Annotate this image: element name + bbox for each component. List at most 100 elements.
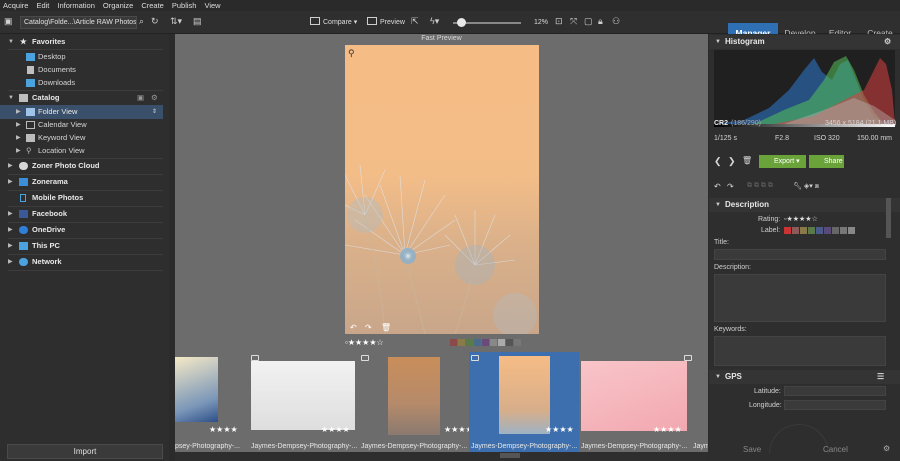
add-folder-icon[interactable]: ▣ [137,91,144,105]
gear-icon[interactable]: ⚙ [151,91,158,105]
preview-rating[interactable]: ▫★★★★☆ [345,338,384,347]
sidebar-item-label: This PC [32,241,60,250]
description-header[interactable]: ▼ Description [709,198,900,212]
menu-edit[interactable]: Edit [36,1,49,10]
flash-icon[interactable]: ϟ▾ [430,17,439,26]
label-swatches[interactable] [784,227,855,234]
sidebar-item-downloads[interactable]: Downloads [0,76,163,90]
thumbnail-selected[interactable]: ★★★★ Jaymes-Dempsey-Photography-... [469,352,579,452]
delete-icon[interactable]: 🗑︎ [381,323,391,332]
gps-header[interactable]: ▼ GPS ☰ [709,370,900,384]
trash-icon[interactable]: 🗑︎ [742,156,752,165]
thumbnail-rating[interactable]: ★★★★ [545,425,574,434]
document-icon [27,66,34,74]
sidebar-item-network[interactable]: ▶ Network [0,255,163,269]
preview-label: Preview [380,19,405,26]
export-label: Export [774,158,795,165]
gear-icon[interactable]: ⚙ [883,444,890,453]
color-labels[interactable] [450,339,521,346]
export-button[interactable]: Export ▾ [759,155,806,168]
thumbnail-rating[interactable]: ★★★★ [321,425,350,434]
rotate-right-icon[interactable]: ↷ [727,182,734,191]
path-input[interactable]: Catalog\Folde...\Article RAW Photos [20,16,137,29]
tools-icon[interactable]: 🔧︎ ◈▾ ⧈ [793,182,819,191]
previous-icon[interactable]: ❮ [714,156,722,167]
thumbnail[interactable]: ★★★★ psey-Photography-... [175,352,251,452]
menu-acquire[interactable]: Acquire [3,1,28,10]
share-button[interactable]: Share [809,155,844,168]
copy-icon[interactable]: ⧉ ⧉ ⧉ ⧉ [747,182,773,190]
latitude-label: Latitude: [754,388,781,395]
folder-icon[interactable]: ▣ [4,17,13,26]
keywords-field[interactable] [714,336,886,366]
facebook-icon [19,210,28,218]
rotate-right-icon[interactable]: ↷ [365,323,372,332]
rating-stars[interactable]: ▫★★★★☆ [784,215,818,223]
sidebar-item-documents[interactable]: Documents [0,63,163,77]
longitude-field[interactable] [784,400,886,410]
calendar-icon [26,121,35,129]
thumbnail[interactable]: ★★★★ Jaymes-Dempsey-Photography-... [361,352,473,452]
zoom-slider-handle[interactable] [457,18,466,27]
sidebar-item-keyword-view[interactable]: ▶ Keyword View [0,131,163,145]
sidebar-item-facebook[interactable]: ▶ Facebook [0,207,163,221]
sidebar-item-label: Desktop [38,52,66,61]
strip-scrollbar[interactable] [175,452,708,461]
people-icon[interactable]: ⚇ [612,17,620,26]
scrollbar-thumb[interactable] [500,453,520,458]
menu-view[interactable]: View [204,1,220,10]
refresh-icon[interactable]: ↻ [151,17,159,26]
search-icon[interactable]: ⌕ [139,17,144,26]
compare-button[interactable]: Compare ▾ [310,16,357,29]
favorites-header[interactable]: ▼ ★ Favorites [0,35,163,49]
fullscreen-icon[interactable]: ▢ [584,17,593,26]
thumbnail-rating[interactable]: ★★★★ [653,425,682,434]
import-button[interactable]: Import [7,444,163,459]
cancel-button[interactable]: Cancel [823,445,848,454]
save-button[interactable]: Save [743,445,761,454]
menu-publish[interactable]: Publish [172,1,197,10]
sidebar-item-zoner-photo-cloud[interactable]: ▶ Zoner Photo Cloud [0,159,163,173]
menu-icon[interactable]: ☰ [877,370,884,384]
rotate-left-icon[interactable]: ↶ [714,182,721,191]
sort-icon[interactable]: ⇅▾ [170,17,182,26]
sidebar-item-desktop[interactable]: Desktop [0,50,163,64]
thumbnail[interactable]: ★★★★ Jaymes-Dempsey-Photography-... [251,352,361,452]
description-field[interactable] [714,274,886,322]
preview-button[interactable]: Preview [367,16,405,29]
latitude-field[interactable] [784,386,886,396]
computer-icon [19,242,28,250]
fit-icon[interactable]: ⤧ [570,17,577,26]
menu-information[interactable]: Information [57,1,95,10]
sidebar-item-this-pc[interactable]: ▶ This PC [0,239,163,253]
menu-organize[interactable]: Organize [103,1,133,10]
menu-create[interactable]: Create [141,1,164,10]
sort-arrows-icon[interactable]: ⇕ [152,105,157,119]
sidebar-item-onedrive[interactable]: ▶ OneDrive [0,223,163,237]
sidebar-item-folder-view[interactable]: ▶ Folder View ⇕ [0,105,163,119]
thumbnail[interactable]: ★★★★ Jaymes-Dempsey-Photography-... [581,352,693,452]
histogram-header[interactable]: ▼ Histogram ⚙ [709,35,900,49]
sidebar-item-label: Documents [38,65,76,74]
next-icon[interactable]: ❯ [728,156,736,167]
sidebar-item-label: Calendar View [38,120,87,129]
thumbnail-image [251,361,355,430]
actual-size-icon[interactable]: ⊡ [555,17,563,26]
sidebar-item-zonerama[interactable]: ▶ Zonerama [0,175,163,189]
pin-icon[interactable]: ⚲ [348,48,355,59]
external-link-icon[interactable]: ⇱ [411,17,419,26]
catalog-header[interactable]: ▼ Catalog ▣ ⚙ [0,91,163,105]
lock-icon[interactable]: 🔒︎ [598,17,603,26]
title-field[interactable] [714,249,886,260]
thumbnail-rating[interactable]: ★★★★ [209,425,238,434]
sidebar-item-calendar-view[interactable]: ▶ Calendar View [0,118,163,132]
preview-image[interactable]: ⚲ ↶ ↷ 🗑︎ [345,45,539,334]
gear-icon[interactable]: ⚙ [884,35,891,49]
panel-scrollbar[interactable] [886,198,891,238]
properties-panel: ▼ Histogram ⚙ CR2 (186/290) 3456 x 5184 (… [709,34,900,461]
rotate-left-icon[interactable]: ↶ [350,323,357,332]
thumbnail[interactable]: Jaym [693,352,708,452]
sidebar-item-mobile-photos[interactable]: Mobile Photos [0,191,163,205]
sidebar-item-location-view[interactable]: ▶ ⚲ Location View [0,144,163,158]
new-folder-icon[interactable]: ▤ [193,17,202,26]
